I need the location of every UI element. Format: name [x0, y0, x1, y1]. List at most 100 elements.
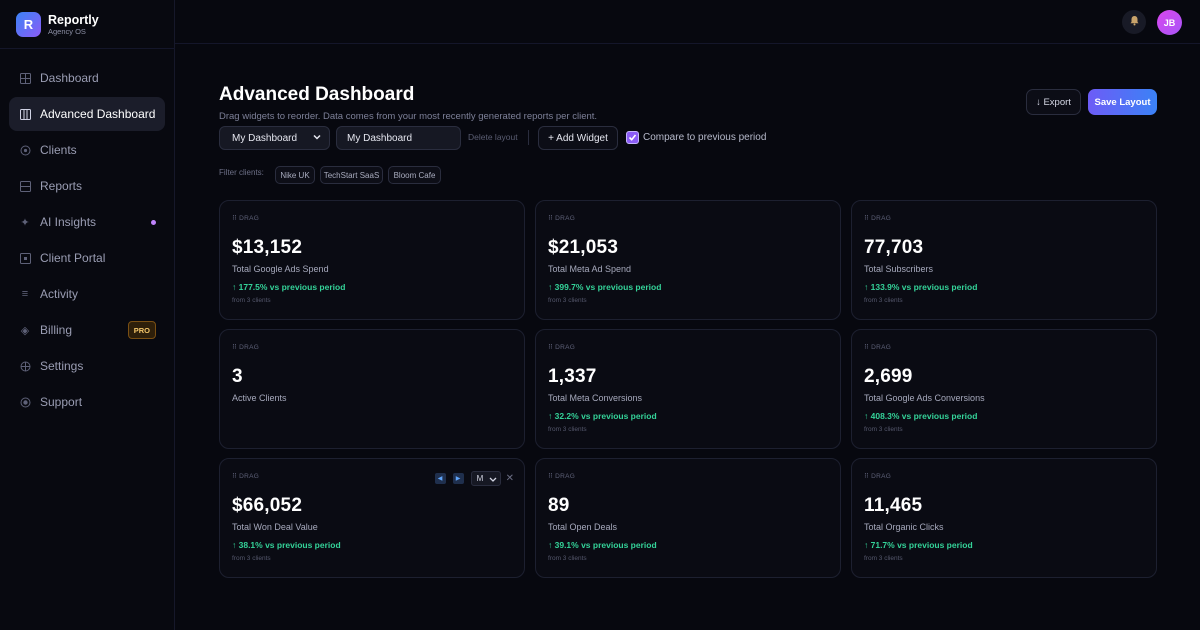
sidebar-item-label: Reports: [40, 179, 83, 193]
client-chip-nike-uk[interactable]: Nike UK: [275, 166, 315, 184]
widget-card[interactable]: ⠿ DRAG 1,337 Total Meta Conversions ↑ 32…: [535, 329, 841, 449]
metric-change: ↑ 39.1% vs previous period: [548, 540, 657, 550]
sidebar-item-label: Clients: [40, 143, 77, 157]
brand-name: Reportly: [48, 12, 99, 27]
dashboard-name-input[interactable]: [336, 126, 461, 150]
move-left-button[interactable]: ◀: [434, 473, 446, 484]
sidebar-item-label: Client Portal: [40, 251, 106, 265]
new-indicator-dot: [151, 220, 156, 225]
metric-change: ↑ 408.3% vs previous period: [864, 411, 978, 421]
widget-card[interactable]: ⠿ DRAG 89 Total Open Deals ↑ 39.1% vs pr…: [535, 458, 841, 578]
metric-value: 3: [232, 366, 243, 387]
metric-value: $13,152: [232, 237, 303, 258]
sidebar-item-label: Activity: [40, 287, 79, 301]
sidebar-item-activity[interactable]: ≡ Activity: [9, 277, 165, 311]
sidebar-item-dashboard[interactable]: Dashboard: [9, 61, 165, 95]
widget-card[interactable]: ⠿ DRAG $13,152 Total Google Ads Spend ↑ …: [219, 200, 525, 320]
metric-change: ↑ 38.1% vs previous period: [232, 540, 341, 550]
columns-icon: [19, 108, 31, 120]
page-title: Advanced Dashboard: [219, 84, 415, 105]
controls-divider: [528, 130, 529, 145]
page-subtitle: Drag widgets to reorder. Data comes from…: [219, 111, 598, 122]
sidebar-item-label: AI Insights: [40, 215, 97, 229]
compare-checkbox[interactable]: [626, 131, 639, 144]
checkmark-icon: [628, 129, 637, 147]
widget-card[interactable]: ⠿ DRAG $21,053 Total Meta Ad Spend ↑ 399…: [535, 200, 841, 320]
chevron-down-icon: [312, 132, 322, 145]
sidebar-item-support[interactable]: Support: [9, 385, 165, 419]
chevron-down-icon: [489, 476, 497, 485]
metric-value: 1,337: [548, 366, 597, 387]
metric-source: from 3 clients: [548, 426, 587, 433]
sidebar-item-settings[interactable]: Settings: [9, 349, 165, 383]
metric-label: Total Google Ads Conversions: [864, 393, 985, 403]
arrow-right-icon: ▶: [455, 476, 461, 482]
metric-change: ↑ 399.7% vs previous period: [548, 282, 662, 292]
metric-change: ↑ 177.5% vs previous period: [232, 282, 346, 292]
drag-handle[interactable]: ⠿ DRAG: [864, 472, 891, 480]
drag-handle[interactable]: ⠿ DRAG: [548, 214, 575, 222]
client-chip-techstart-saas[interactable]: TechStart SaaS: [320, 166, 383, 184]
metric-label: Total Open Deals: [548, 522, 618, 532]
widget-card[interactable]: ⠿ DRAG 77,703 Total Subscribers ↑ 133.9%…: [851, 200, 1157, 320]
pro-badge: PRO: [127, 321, 156, 339]
remove-widget-button[interactable]: ✕: [506, 473, 514, 484]
list-icon: ≡: [21, 288, 29, 300]
users-icon: [19, 144, 31, 156]
metric-label: Total Won Deal Value: [232, 522, 318, 532]
close-icon: ✕: [505, 473, 514, 484]
sidebar-item-label: Billing: [40, 323, 73, 337]
drag-handle[interactable]: ⠿ DRAG: [232, 472, 259, 480]
sidebar-item-reports[interactable]: Reports: [9, 169, 165, 203]
drag-handle[interactable]: ⠿ DRAG: [548, 472, 575, 480]
sidebar-item-clients[interactable]: Clients: [9, 133, 165, 167]
file-icon: [19, 180, 31, 192]
brand[interactable]: R Reportly Agency OS: [16, 12, 99, 37]
dashboard-select[interactable]: My Dashboard: [219, 126, 330, 150]
bell-icon: [1129, 13, 1140, 31]
metric-value: 2,699: [864, 366, 913, 387]
grid-icon: [19, 72, 31, 84]
metric-label: Total Meta Conversions: [548, 393, 643, 403]
sidebar-divider: [0, 48, 175, 49]
metric-label: Total Organic Clicks: [864, 522, 944, 532]
metric-change: ↑ 32.2% vs previous period: [548, 411, 657, 421]
add-widget-button[interactable]: + Add Widget: [538, 126, 618, 150]
client-chip-bloom-cafe[interactable]: Bloom Cafe: [388, 166, 441, 184]
sidebar-item-advanced-dashboard[interactable]: Advanced Dashboard: [9, 97, 165, 131]
sidebar-nav: Dashboard Advanced Dashboard Clients Rep…: [9, 61, 165, 421]
drag-handle[interactable]: ⠿ DRAG: [232, 343, 259, 351]
widget-size-select[interactable]: M: [470, 471, 501, 486]
sidebar-item-client-portal[interactable]: Client Portal: [9, 241, 165, 275]
notifications-button[interactable]: [1122, 10, 1146, 34]
metric-label: Active Clients: [232, 393, 287, 403]
gear-icon: [19, 360, 31, 372]
drag-handle[interactable]: ⠿ DRAG: [864, 343, 891, 351]
export-button[interactable]: ↓ Export: [1026, 89, 1081, 115]
metric-change: ↑ 71.7% vs previous period: [864, 540, 973, 550]
drag-handle[interactable]: ⠿ DRAG: [548, 343, 575, 351]
filter-label: Filter clients:: [219, 168, 264, 177]
metric-value: 89: [548, 495, 570, 516]
widget-toolbar: ◀ ▶ M ✕: [434, 471, 514, 486]
save-layout-button[interactable]: Save Layout: [1088, 89, 1157, 115]
metric-source: from 3 clients: [232, 555, 271, 562]
metric-source: from 3 clients: [232, 297, 271, 304]
metric-source: from 3 clients: [864, 555, 903, 562]
move-right-button[interactable]: ▶: [452, 473, 464, 484]
widget-size-value: M: [476, 474, 484, 483]
widget-card[interactable]: ⠿ DRAG 11,465 Total Organic Clicks ↑ 71.…: [851, 458, 1157, 578]
sidebar-item-billing[interactable]: ◈ Billing PRO: [9, 313, 165, 347]
widget-card[interactable]: ⠿ DRAG 2,699 Total Google Ads Conversion…: [851, 329, 1157, 449]
widget-card[interactable]: ⠿ DRAG ◀ ▶ M ✕ $66,052 Total Won Deal Va…: [219, 458, 525, 578]
metric-label: Total Google Ads Spend: [232, 264, 329, 274]
metric-change: ↑ 133.9% vs previous period: [864, 282, 978, 292]
metric-value: $21,053: [548, 237, 619, 258]
drag-handle[interactable]: ⠿ DRAG: [864, 214, 891, 222]
widget-card[interactable]: ⠿ DRAG 3 Active Clients: [219, 329, 525, 449]
sidebar-item-ai-insights[interactable]: ✦ AI Insights: [9, 205, 165, 239]
user-avatar[interactable]: JB: [1157, 10, 1182, 35]
delete-layout-link[interactable]: Delete layout: [468, 132, 518, 142]
sidebar-item-label: Settings: [40, 359, 84, 373]
drag-handle[interactable]: ⠿ DRAG: [232, 214, 259, 222]
